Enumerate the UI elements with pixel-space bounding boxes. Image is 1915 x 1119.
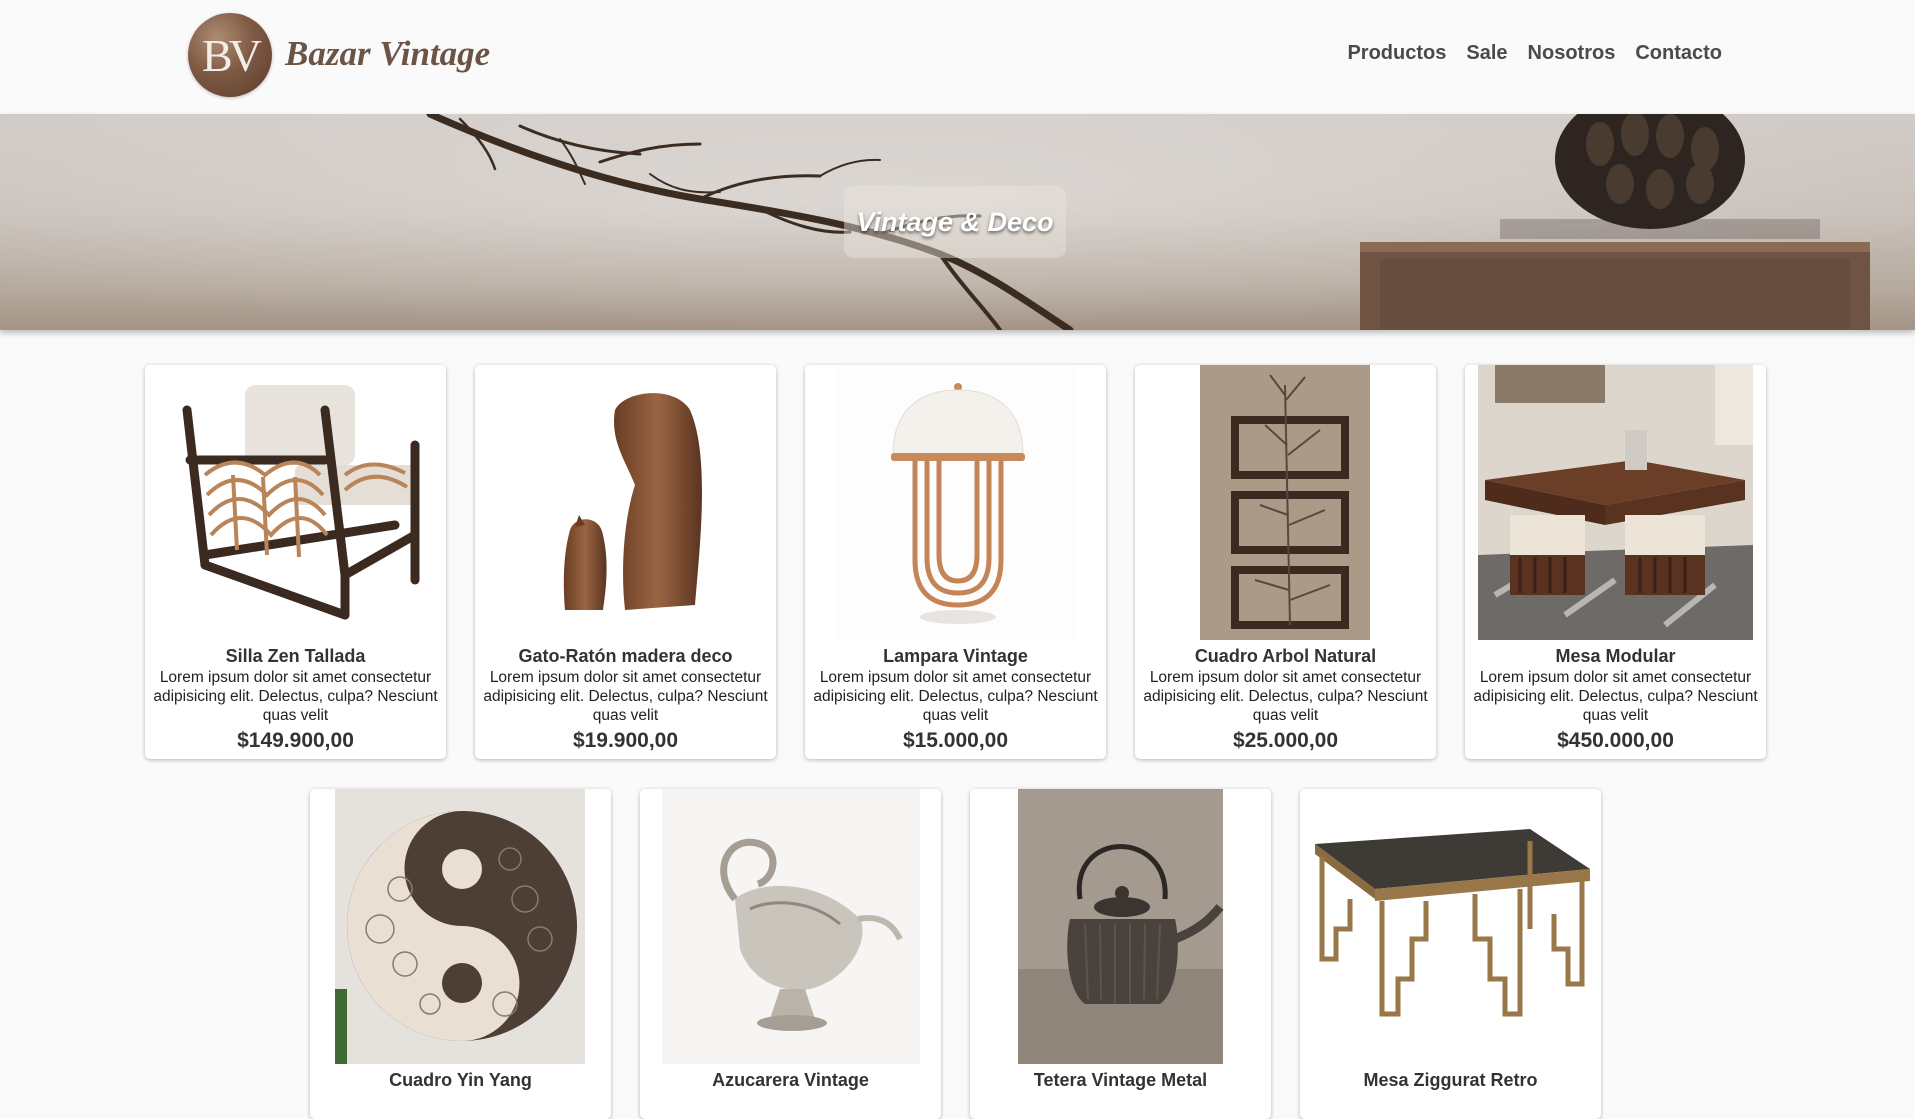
- main-nav: Productos Sale Nosotros Contacto: [1347, 42, 1722, 65]
- sugar-bowl-image: [640, 789, 941, 1064]
- product-description: Lorem ipsum dolor sit amet consectetur a…: [153, 669, 438, 724]
- product-name: Azucarera Vintage: [712, 1070, 869, 1090]
- product-card-gato-raton[interactable]: Gato-Ratón madera deco Lorem ipsum dolor…: [475, 365, 776, 759]
- product-name: Tetera Vintage Metal: [1033, 1070, 1208, 1090]
- product-card-mesa-ziggurat[interactable]: Mesa Ziggurat Retro: [1300, 789, 1601, 1119]
- kettle-image: [970, 789, 1271, 1064]
- armchair-image: [145, 365, 446, 640]
- product-card-cuadro-yin-yang[interactable]: Cuadro Yin Yang: [310, 789, 611, 1119]
- ziggurat-table-image: [1300, 789, 1601, 1064]
- product-description: Lorem ipsum dolor sit amet consectetur a…: [483, 669, 768, 724]
- product-card-lampara[interactable]: Lampara Vintage Lorem ipsum dolor sit am…: [805, 365, 1106, 759]
- hero-banner: Vintage & Deco: [0, 114, 1915, 330]
- product-card-tetera[interactable]: Tetera Vintage Metal: [970, 789, 1271, 1119]
- site-header: BV Bazar Vintage Productos Sale Nosotros…: [0, 0, 1915, 114]
- wooden-cat-mouse-image: [475, 365, 776, 640]
- nav-sale[interactable]: Sale: [1466, 42, 1507, 65]
- nav-productos[interactable]: Productos: [1347, 42, 1446, 65]
- product-price: $15.000,00: [902, 729, 1009, 752]
- product-name: Cuadro Yin Yang: [389, 1070, 532, 1090]
- product-description: Lorem ipsum dolor sit amet consectetur a…: [1473, 669, 1758, 724]
- product-price: $25.000,00: [1232, 729, 1339, 752]
- product-price: $149.900,00: [237, 729, 354, 752]
- nav-contacto[interactable]: Contacto: [1635, 42, 1722, 65]
- product-name: Mesa Ziggurat Retro: [1363, 1070, 1538, 1090]
- logo-badge[interactable]: BV: [188, 13, 272, 97]
- branch-frames-image: [1135, 365, 1436, 640]
- product-name: Mesa Modular: [1555, 646, 1676, 666]
- product-name: Lampara Vintage: [883, 646, 1028, 666]
- product-price: $450.000,00: [1557, 729, 1674, 752]
- product-name: Silla Zen Tallada: [225, 646, 366, 666]
- product-card-mesa-modular[interactable]: Mesa Modular Lorem ipsum dolor sit amet …: [1465, 365, 1766, 759]
- hero-title: Vintage & Deco: [856, 206, 1054, 237]
- product-card-cuadro-arbol[interactable]: Cuadro Arbol Natural Lorem ipsum dolor s…: [1135, 365, 1436, 759]
- product-name: Cuadro Arbol Natural: [1194, 646, 1377, 666]
- logo-text[interactable]: Bazar Vintage: [285, 34, 490, 74]
- product-name: Gato-Ratón madera deco: [518, 646, 733, 666]
- product-card-silla-zen[interactable]: Silla Zen Tallada Lorem ipsum dolor sit …: [145, 365, 446, 759]
- product-card-azucarera[interactable]: Azucarera Vintage: [640, 789, 941, 1119]
- modular-table-image: [1465, 365, 1766, 640]
- lamp-image: [805, 365, 1106, 640]
- nav-nosotros[interactable]: Nosotros: [1528, 42, 1616, 65]
- product-price: $19.900,00: [572, 729, 679, 752]
- product-description: Lorem ipsum dolor sit amet consectetur a…: [813, 669, 1098, 724]
- product-description: Lorem ipsum dolor sit amet consectetur a…: [1143, 669, 1428, 724]
- yin-yang-image: [310, 789, 611, 1064]
- hero-title-badge: Vintage & Deco: [844, 186, 1066, 258]
